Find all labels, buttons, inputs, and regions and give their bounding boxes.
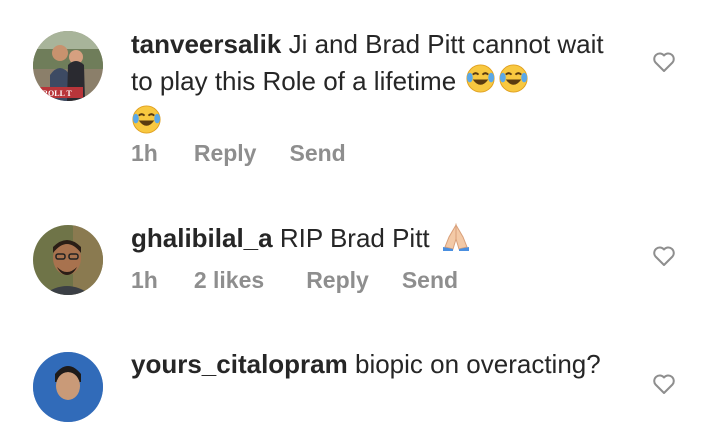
comment-text: tanveersalik Ji and Brad Pitt cannot wai…: [131, 26, 631, 145]
send-button[interactable]: Send: [402, 267, 458, 294]
send-button[interactable]: Send: [289, 140, 345, 167]
face-with-tears-of-joy-icon: [498, 63, 529, 104]
reply-button[interactable]: Reply: [306, 267, 369, 294]
comment-text: ghalibilal_a RIP Brad Pitt: [131, 219, 631, 261]
comment-username[interactable]: tanveersalik: [131, 29, 281, 59]
comment-time: 1h: [131, 140, 158, 166]
folded-hands-icon: [439, 219, 473, 261]
face-with-tears-of-joy-icon: [465, 63, 496, 104]
heart-icon[interactable]: [652, 51, 676, 73]
comment-item: yours_citalopram biopic on overacting?: [0, 330, 720, 422]
avatar-banner-text: ROLL T: [42, 89, 72, 98]
comment-username[interactable]: yours_citalopram: [131, 349, 348, 379]
heart-icon[interactable]: [652, 373, 676, 395]
comment-body: RIP Brad Pitt: [279, 223, 430, 253]
comment-meta: 1h Reply Send: [131, 140, 379, 167]
face-with-tears-of-joy-icon: [131, 104, 162, 145]
avatar[interactable]: ROLL T: [33, 31, 103, 101]
comment-item: ROLL T tanveersalik Ji and Brad Pitt can…: [0, 0, 720, 200]
comment-text: yours_citalopram biopic on overacting?: [131, 346, 651, 383]
reply-button[interactable]: Reply: [194, 140, 257, 167]
comment-item: ghalibilal_a RIP Brad Pitt 1h 2 likes Repl…: [0, 200, 720, 330]
comment-username[interactable]: ghalibilal_a: [131, 223, 273, 253]
comment-body: biopic on overacting?: [354, 349, 601, 379]
heart-icon[interactable]: [652, 245, 676, 267]
avatar[interactable]: [33, 352, 103, 422]
likes-count[interactable]: 2 likes: [194, 267, 264, 294]
avatar[interactable]: [33, 225, 103, 295]
comment-time: 1h: [131, 267, 158, 293]
comment-meta: 1h 2 likes Reply Send: [131, 267, 491, 294]
